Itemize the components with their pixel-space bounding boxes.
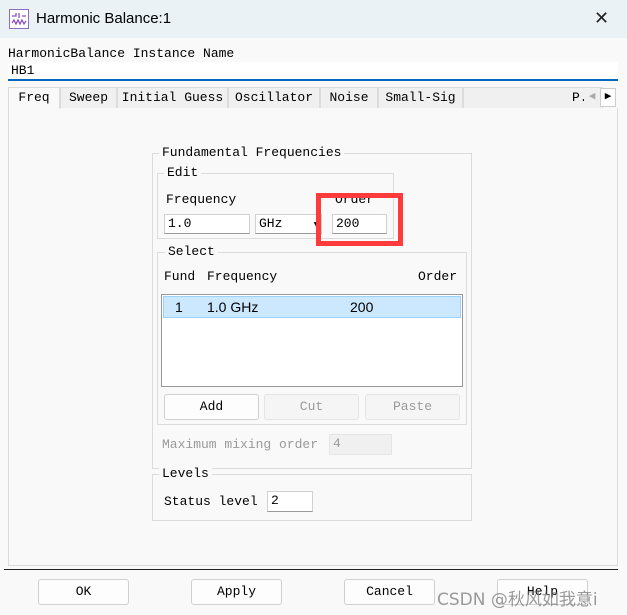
instance-name-label: HarmonicBalance Instance Name — [8, 46, 235, 61]
tab-scroll-right-icon[interactable]: ▶ — [600, 88, 616, 107]
ok-button[interactable]: OK — [38, 579, 129, 605]
max-mixing-order-input[interactable]: 4 — [329, 434, 392, 455]
instance-name-input[interactable]: HB1 — [8, 62, 618, 81]
frequency-label: Frequency — [166, 192, 237, 207]
tab-freq[interactable]: Freq — [8, 87, 60, 109]
highlight-box — [316, 193, 403, 246]
tab-noise[interactable]: Noise — [320, 87, 378, 108]
unit-value: GHz — [259, 216, 283, 231]
paste-button[interactable]: Paste — [365, 394, 460, 420]
frequency-input[interactable]: 1.0 — [164, 214, 250, 234]
watermark: CSDN @秋风如我意i — [437, 590, 598, 610]
cancel-button[interactable]: Cancel — [344, 579, 435, 605]
list-item[interactable]: 1 1.0 GHz 200 — [163, 296, 461, 318]
row-order: 200 — [350, 299, 374, 315]
window-title: Harmonic Balance:1 — [36, 10, 172, 27]
tab-oscillator[interactable]: Oscillator — [228, 87, 320, 108]
tab-scroll-left-icon[interactable]: ◀ — [584, 88, 600, 107]
close-icon[interactable]: ✕ — [594, 8, 609, 29]
tab-sweep[interactable]: Sweep — [60, 87, 117, 108]
status-level-label: Status level — [164, 494, 258, 509]
cut-button[interactable]: Cut — [264, 394, 359, 420]
column-order: Order — [418, 269, 458, 284]
row-frequency: 1.0 GHz — [207, 299, 259, 315]
tab-initial-guess[interactable]: Initial Guess — [117, 87, 228, 108]
footer-divider — [4, 569, 618, 570]
unit-select[interactable]: GHz ▼ — [255, 214, 322, 234]
apply-button[interactable]: Apply — [191, 579, 282, 605]
levels-title: Levels — [159, 467, 212, 481]
column-fund: Fund — [164, 269, 196, 284]
harmonic-balance-icon — [9, 9, 29, 29]
status-level-input[interactable]: 2 — [267, 491, 313, 512]
select-title: Select — [165, 245, 218, 259]
tab-more[interactable]: P... — [463, 87, 603, 108]
column-frequency: Frequency — [207, 269, 278, 284]
tab-small-sig[interactable]: Small-Sig — [378, 87, 463, 108]
fundamental-frequencies-title: Fundamental Frequencies — [159, 146, 345, 160]
edit-title: Edit — [164, 166, 202, 180]
row-fund: 1 — [175, 299, 183, 315]
add-button[interactable]: Add — [164, 394, 259, 420]
max-mixing-order-label: Maximum mixing order — [162, 437, 319, 452]
